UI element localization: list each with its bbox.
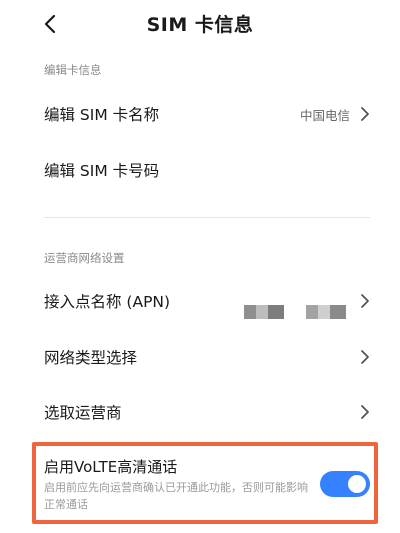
edit-sim-number-row[interactable]: 编辑 SIM 卡号码	[0, 142, 400, 319]
row-label: 网络类型选择	[44, 349, 138, 367]
chevron-right-icon	[358, 347, 372, 367]
volte-toggle[interactable]	[320, 471, 370, 497]
edit-sim-name-row[interactable]: 编辑 SIM 卡名称 中国电信	[0, 86, 400, 142]
network-type-row[interactable]: 网络类型选择	[0, 329, 400, 385]
row-label: 编辑 SIM 卡名称	[44, 106, 160, 124]
row-label: 编辑 SIM 卡号码	[44, 162, 160, 180]
page-title: SIM 卡信息	[146, 14, 254, 36]
chevron-right-icon	[358, 291, 372, 311]
toggle-knob	[348, 475, 366, 493]
chevron-right-icon	[358, 402, 372, 422]
volte-title: 启用VoLTE高清通话	[44, 458, 178, 476]
sim-name-value: 中国电信	[299, 107, 350, 123]
row-label: 选取运营商	[44, 404, 122, 422]
volte-description: 启用前应先向运营商确认已开通此功能，否则可能影响正常通话	[44, 481, 308, 511]
chevron-right-icon	[358, 104, 372, 124]
row-label: 接入点名称 (APN)	[44, 293, 171, 311]
select-operator-row[interactable]: 选取运营商	[0, 384, 400, 440]
apn-row[interactable]: 接入点名称 (APN)	[0, 273, 400, 329]
section-label-edit-card: 编辑卡信息	[44, 63, 102, 77]
section-divider	[44, 217, 370, 218]
section-label-carrier: 运营商网络设置	[44, 251, 125, 265]
top-bar: SIM 卡信息	[0, 0, 400, 50]
